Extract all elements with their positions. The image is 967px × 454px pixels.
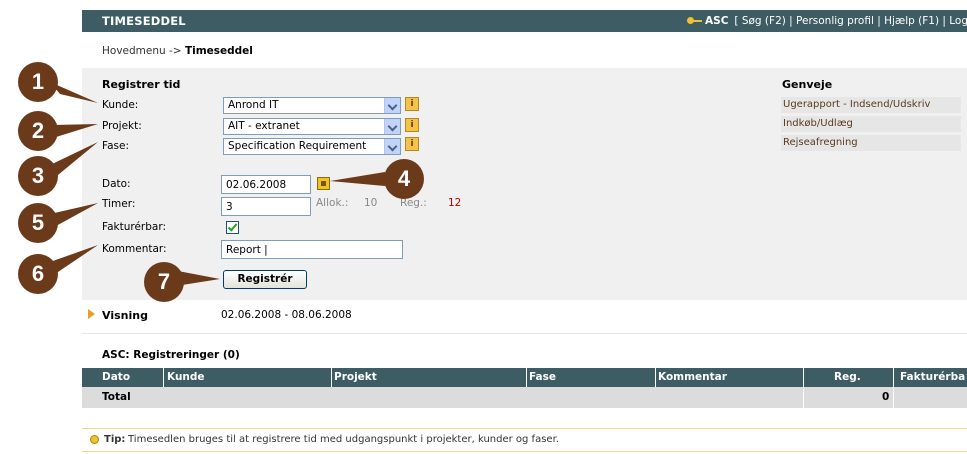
callout-badge-3: 3 bbox=[18, 156, 58, 196]
callout-badge-1: 1 bbox=[18, 62, 58, 102]
callout-badge-4: 4 bbox=[384, 159, 424, 199]
callout-badge-2: 2 bbox=[18, 111, 58, 151]
callout-badge-5: 5 bbox=[18, 203, 58, 243]
callout-badge-6: 6 bbox=[18, 254, 58, 294]
callout-pointer-7 bbox=[178, 271, 220, 285]
callout-pointer-2 bbox=[52, 124, 98, 137]
callout-badge-7: 7 bbox=[144, 262, 184, 302]
callout-pointer-4 bbox=[330, 172, 385, 186]
callout-lines bbox=[50, 82, 385, 285]
